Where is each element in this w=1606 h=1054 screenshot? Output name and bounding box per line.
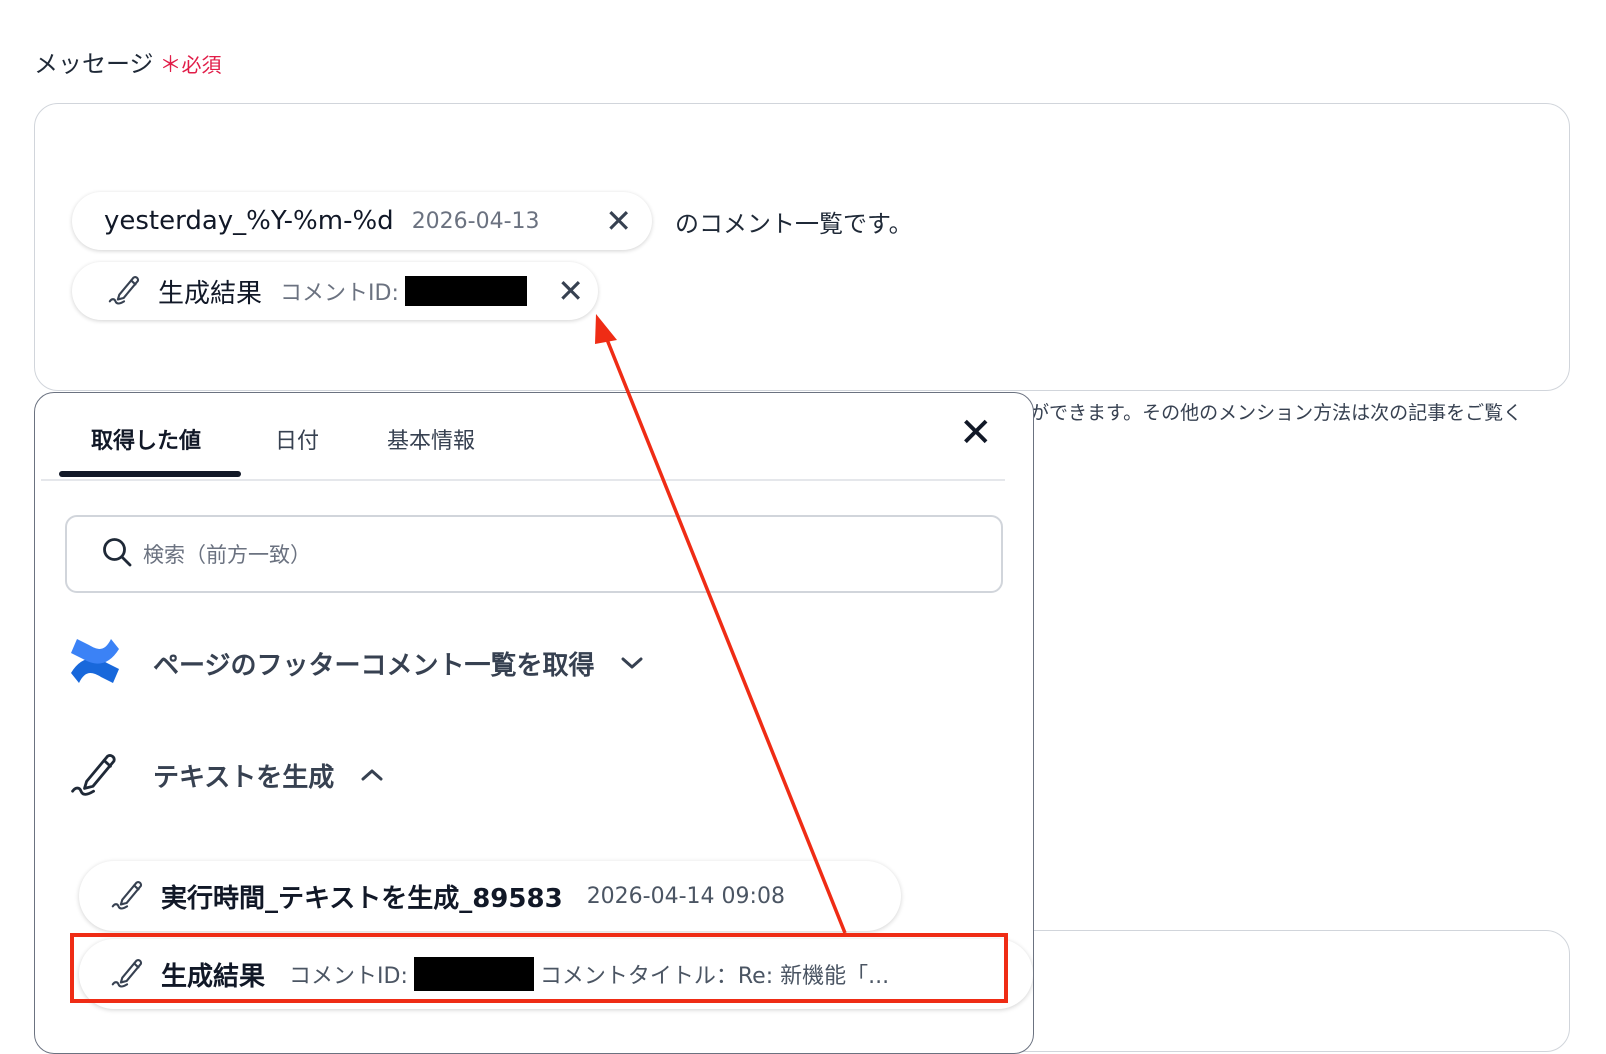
arrow-line (602, 331, 847, 934)
annotation-arrow (595, 314, 847, 934)
arrow-head (595, 314, 617, 344)
